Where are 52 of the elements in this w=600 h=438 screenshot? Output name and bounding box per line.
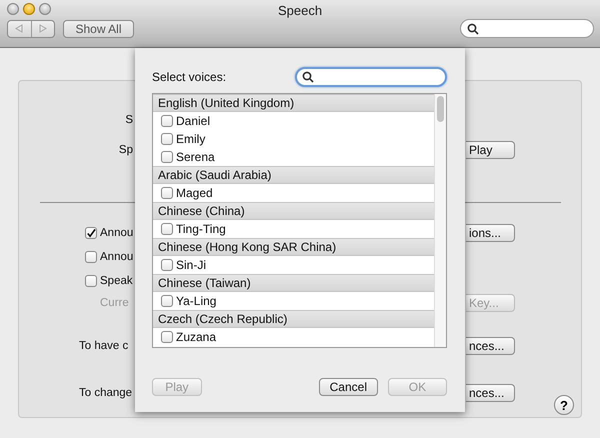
voice-name[interactable]: Emily	[176, 132, 206, 146]
setting-label: S	[125, 114, 133, 126]
minimize-button[interactable]	[23, 3, 35, 15]
checkbox[interactable]	[85, 251, 97, 263]
pane-button[interactable]: Play	[466, 141, 515, 159]
setting-label: Sp	[118, 144, 133, 156]
voice-name[interactable]: Daniel	[176, 114, 210, 128]
checkbox[interactable]	[161, 114, 173, 126]
checkbox[interactable]	[85, 227, 97, 239]
language-header: Chinese (Taiwan)	[153, 274, 434, 292]
voice-name[interactable]: Sin-Ji	[176, 258, 206, 272]
checkbox[interactable]	[161, 294, 173, 306]
pane-button[interactable]: nces...	[466, 337, 515, 355]
checkbox[interactable]	[85, 275, 97, 287]
voice-name[interactable]: Ya-Ling	[176, 294, 216, 308]
language-header: Czech (Czech Republic)	[153, 310, 434, 328]
voice-name[interactable]: Maged	[176, 186, 213, 200]
zoom-button[interactable]	[39, 3, 51, 15]
checkbox[interactable]	[161, 258, 173, 270]
setting-hint: Curre	[100, 297, 129, 309]
search-field[interactable]	[460, 19, 594, 38]
checkbox[interactable]	[161, 132, 173, 144]
language-header: Arabic (Saudi Arabia)	[153, 166, 434, 184]
window-title: Speech	[278, 3, 322, 18]
voice-search-field[interactable]	[295, 67, 447, 87]
search-icon	[467, 22, 479, 34]
checkbox-label[interactable]: Annou	[100, 227, 134, 239]
voice-name[interactable]: Serena	[176, 150, 215, 164]
scrollbar[interactable]	[434, 94, 446, 347]
checkbox[interactable]	[161, 186, 173, 198]
sheet-button[interactable]: Cancel	[318, 378, 378, 396]
checkbox[interactable]	[161, 222, 173, 234]
back-arrow-icon	[15, 24, 24, 33]
language-header: Chinese (Hong Kong SAR China)	[153, 238, 434, 256]
close-button[interactable]	[7, 3, 19, 15]
select-voices-label: Select voices:	[152, 70, 226, 84]
checkbox[interactable]	[161, 150, 173, 162]
help-button[interactable]: ?	[554, 395, 574, 415]
search-icon	[302, 71, 314, 83]
forward-arrow-icon	[38, 24, 47, 33]
language-header: English (United Kingdom)	[153, 94, 434, 112]
voice-name[interactable]: Ting-Ting	[176, 222, 226, 236]
show-all-button[interactable]: Show All	[63, 20, 134, 38]
pane-button[interactable]: ions...	[466, 224, 515, 242]
setting-label: To change	[79, 387, 132, 399]
voice-name[interactable]: Zuzana	[176, 330, 216, 344]
setting-label: To have c	[79, 340, 128, 352]
language-header: Chinese (China)	[153, 202, 434, 220]
checkbox[interactable]	[161, 330, 173, 342]
pane-button[interactable]: nces...	[466, 384, 515, 402]
checkbox-label[interactable]: Annou	[100, 251, 134, 263]
checkbox-label[interactable]: Speak	[100, 275, 133, 287]
